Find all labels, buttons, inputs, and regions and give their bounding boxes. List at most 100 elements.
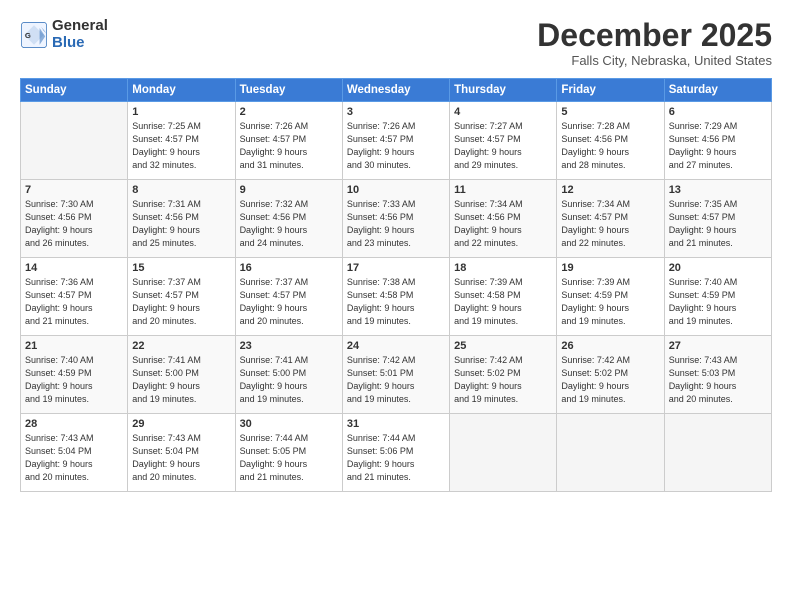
day-info: Sunrise: 7:32 AMSunset: 4:56 PMDaylight:…	[240, 198, 338, 250]
calendar-cell: 15Sunrise: 7:37 AMSunset: 4:57 PMDayligh…	[128, 258, 235, 336]
calendar-cell: 12 Sunrise: 7:34 AMSunset: 4:57 PMDayligh…	[557, 180, 664, 258]
title-section: December 2025 Falls City, Nebraska, Unit…	[537, 18, 772, 68]
calendar-cell: 14Sunrise: 7:36 AMSunset: 4:57 PMDayligh…	[21, 258, 128, 336]
day-info: Sunrise: 7:42 AMSunset: 5:01 PMDaylight:…	[347, 354, 445, 406]
calendar-table: SundayMondayTuesdayWednesdayThursdayFrid…	[20, 78, 772, 492]
day-number: 10	[347, 184, 445, 196]
day-info: Sunrise: 7:35 AMSunset: 4:57 PMDaylight:…	[669, 198, 767, 250]
day-number: 4	[454, 106, 552, 118]
week-row-0: 1 Sunrise: 7:25 AMSunset: 4:57 PMDaylight…	[21, 102, 772, 180]
calendar-cell: 25Sunrise: 7:42 AMSunset: 5:02 PMDayligh…	[450, 336, 557, 414]
header: G General Blue December 2025 Falls City,…	[20, 18, 772, 68]
day-info: Sunrise: 7:37 AMSunset: 4:57 PMDaylight:…	[132, 276, 230, 328]
day-info: Sunrise: 7:43 AMSunset: 5:04 PMDaylight:…	[25, 432, 123, 484]
calendar-cell: 5 Sunrise: 7:28 AMSunset: 4:56 PMDaylight…	[557, 102, 664, 180]
day-info: Sunrise: 7:29 AMSunset: 4:56 PMDaylight:…	[669, 120, 767, 172]
day-number: 20	[669, 262, 767, 274]
day-number: 14	[25, 262, 123, 274]
calendar-cell	[450, 414, 557, 492]
day-info: Sunrise: 7:44 AMSunset: 5:06 PMDaylight:…	[347, 432, 445, 484]
day-number: 1	[132, 106, 230, 118]
day-number: 24	[347, 340, 445, 352]
day-info: Sunrise: 7:41 AMSunset: 5:00 PMDaylight:…	[132, 354, 230, 406]
calendar-cell: 19 Sunrise: 7:39 AMSunset: 4:59 PMDayligh…	[557, 258, 664, 336]
calendar-cell: 2Sunrise: 7:26 AMSunset: 4:57 PMDaylight…	[235, 102, 342, 180]
day-number: 19	[561, 262, 659, 274]
calendar-cell: 9 Sunrise: 7:32 AMSunset: 4:56 PMDaylight…	[235, 180, 342, 258]
day-number: 28	[25, 418, 123, 430]
calendar-cell: 21 Sunrise: 7:40 AMSunset: 4:59 PMDayligh…	[21, 336, 128, 414]
week-row-3: 21 Sunrise: 7:40 AMSunset: 4:59 PMDayligh…	[21, 336, 772, 414]
col-header-thursday: Thursday	[450, 79, 557, 102]
week-row-4: 28 Sunrise: 7:43 AMSunset: 5:04 PMDayligh…	[21, 414, 772, 492]
day-info: Sunrise: 7:39 AMSunset: 4:59 PMDaylight:…	[561, 276, 659, 328]
calendar-cell	[557, 414, 664, 492]
col-header-friday: Friday	[557, 79, 664, 102]
day-number: 9	[240, 184, 338, 196]
day-number: 7	[25, 184, 123, 196]
day-info: Sunrise: 7:40 AMSunset: 4:59 PMDaylight:…	[25, 354, 123, 406]
day-number: 2	[240, 106, 338, 118]
day-info: Sunrise: 7:43 AMSunset: 5:03 PMDaylight:…	[669, 354, 767, 406]
day-number: 21	[25, 340, 123, 352]
day-info: Sunrise: 7:34 AMSunset: 4:57 PMDaylight:…	[561, 198, 659, 250]
col-header-sunday: Sunday	[21, 79, 128, 102]
calendar-cell: 10Sunrise: 7:33 AMSunset: 4:56 PMDayligh…	[342, 180, 449, 258]
day-number: 27	[669, 340, 767, 352]
logo-blue: Blue	[52, 35, 108, 52]
calendar-cell: 11Sunrise: 7:34 AMSunset: 4:56 PMDayligh…	[450, 180, 557, 258]
col-header-tuesday: Tuesday	[235, 79, 342, 102]
col-header-monday: Monday	[128, 79, 235, 102]
calendar-cell: 30 Sunrise: 7:44 AMSunset: 5:05 PMDayligh…	[235, 414, 342, 492]
calendar-cell: 27 Sunrise: 7:43 AMSunset: 5:03 PMDayligh…	[664, 336, 771, 414]
week-row-1: 7 Sunrise: 7:30 AMSunset: 4:56 PMDaylight…	[21, 180, 772, 258]
calendar-cell: 7 Sunrise: 7:30 AMSunset: 4:56 PMDaylight…	[21, 180, 128, 258]
calendar-cell: 29Sunrise: 7:43 AMSunset: 5:04 PMDayligh…	[128, 414, 235, 492]
day-info: Sunrise: 7:28 AMSunset: 4:56 PMDaylight:…	[561, 120, 659, 172]
day-number: 12	[561, 184, 659, 196]
col-header-wednesday: Wednesday	[342, 79, 449, 102]
calendar-cell: 20 Sunrise: 7:40 AMSunset: 4:59 PMDayligh…	[664, 258, 771, 336]
page: G General Blue December 2025 Falls City,…	[0, 0, 792, 612]
day-info: Sunrise: 7:30 AMSunset: 4:56 PMDaylight:…	[25, 198, 123, 250]
day-info: Sunrise: 7:40 AMSunset: 4:59 PMDaylight:…	[669, 276, 767, 328]
col-header-saturday: Saturday	[664, 79, 771, 102]
day-number: 5	[561, 106, 659, 118]
calendar-cell: 4 Sunrise: 7:27 AMSunset: 4:57 PMDaylight…	[450, 102, 557, 180]
day-info: Sunrise: 7:41 AMSunset: 5:00 PMDaylight:…	[240, 354, 338, 406]
day-info: Sunrise: 7:27 AMSunset: 4:57 PMDaylight:…	[454, 120, 552, 172]
day-info: Sunrise: 7:39 AMSunset: 4:58 PMDaylight:…	[454, 276, 552, 328]
calendar-cell: 6 Sunrise: 7:29 AMSunset: 4:56 PMDaylight…	[664, 102, 771, 180]
calendar-cell: 22 Sunrise: 7:41 AMSunset: 5:00 PMDayligh…	[128, 336, 235, 414]
day-number: 17	[347, 262, 445, 274]
day-number: 11	[454, 184, 552, 196]
day-number: 22	[132, 340, 230, 352]
day-number: 6	[669, 106, 767, 118]
day-number: 30	[240, 418, 338, 430]
calendar-cell: 28 Sunrise: 7:43 AMSunset: 5:04 PMDayligh…	[21, 414, 128, 492]
day-number: 25	[454, 340, 552, 352]
day-number: 29	[132, 418, 230, 430]
day-number: 3	[347, 106, 445, 118]
calendar-cell	[21, 102, 128, 180]
calendar-cell: 3Sunrise: 7:26 AMSunset: 4:57 PMDaylight…	[342, 102, 449, 180]
calendar-cell: 23Sunrise: 7:41 AMSunset: 5:00 PMDayligh…	[235, 336, 342, 414]
day-number: 31	[347, 418, 445, 430]
day-info: Sunrise: 7:44 AMSunset: 5:05 PMDaylight:…	[240, 432, 338, 484]
subtitle: Falls City, Nebraska, United States	[537, 53, 772, 68]
day-number: 16	[240, 262, 338, 274]
day-info: Sunrise: 7:25 AMSunset: 4:57 PMDaylight:…	[132, 120, 230, 172]
logo-text: General Blue	[52, 18, 108, 51]
logo-general: General	[52, 18, 108, 35]
calendar-cell	[664, 414, 771, 492]
day-info: Sunrise: 7:37 AMSunset: 4:57 PMDaylight:…	[240, 276, 338, 328]
day-number: 26	[561, 340, 659, 352]
day-info: Sunrise: 7:42 AMSunset: 5:02 PMDaylight:…	[561, 354, 659, 406]
calendar-cell: 17 Sunrise: 7:38 AMSunset: 4:58 PMDayligh…	[342, 258, 449, 336]
calendar-cell: 1 Sunrise: 7:25 AMSunset: 4:57 PMDaylight…	[128, 102, 235, 180]
calendar-cell: 26 Sunrise: 7:42 AMSunset: 5:02 PMDayligh…	[557, 336, 664, 414]
day-info: Sunrise: 7:38 AMSunset: 4:58 PMDaylight:…	[347, 276, 445, 328]
calendar-cell: 16 Sunrise: 7:37 AMSunset: 4:57 PMDayligh…	[235, 258, 342, 336]
week-row-2: 14Sunrise: 7:36 AMSunset: 4:57 PMDayligh…	[21, 258, 772, 336]
calendar-cell: 8Sunrise: 7:31 AMSunset: 4:56 PMDaylight…	[128, 180, 235, 258]
